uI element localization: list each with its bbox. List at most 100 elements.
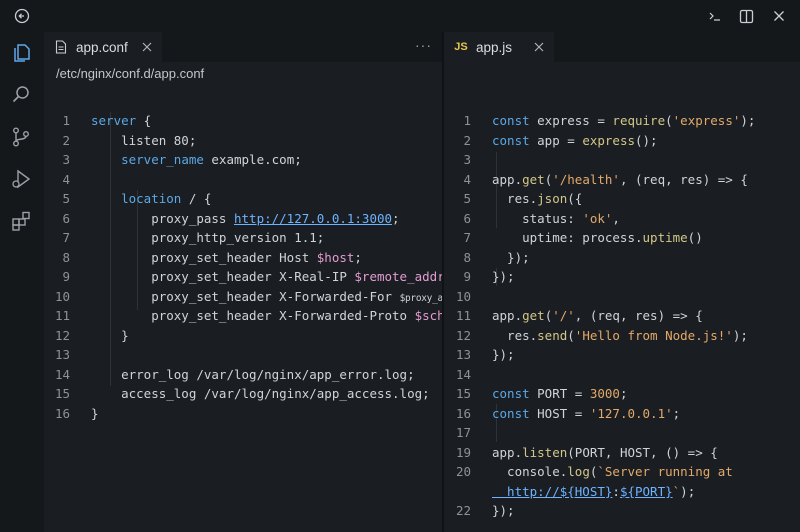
function-token: express [582,132,635,148]
code-token: proxy_set_header X-Real-IP [91,269,355,284]
code-token: ); [740,113,756,128]
line-text: status: 'ok', [492,209,620,229]
code-token: , (req, res) => { [574,308,703,323]
function-token: get [522,308,545,323]
code-token: express = [537,113,613,128]
code-line: 7 uptime: process.uptime() [444,228,800,248]
code-line: 5 location / { [44,189,442,209]
code-token: ({ [567,191,583,206]
code-token: { [136,113,152,128]
code-line: 19 app.listen(PORT, HOST, () => { [444,443,800,463]
code-token: } [91,405,99,421]
code-token: : [612,483,620,499]
line-text: }); [492,267,515,287]
string-token: '/' [552,308,575,323]
code-line: 12 } [44,326,442,346]
line-number: 12 [54,327,70,343]
line-number: 15 [455,386,471,401]
variable-token: $scheme [414,308,442,323]
code-token: ; [392,210,400,226]
line-number: 7 [463,230,471,245]
line-text: proxy_pass http://127.0.0.1:3000; [91,209,400,229]
line-text: const PORT = 3000; [492,384,627,404]
code-token: listen 80; [91,132,197,148]
line-number: 16 [54,405,70,421]
line-text: const express = require('express'); [492,111,755,131]
string-token: 'express' [672,113,741,128]
line-number: 13 [54,347,70,362]
code-token: ( [665,113,673,128]
keyword-token: server_name [121,152,204,167]
string-token: '/health' [552,171,620,187]
search-icon[interactable] [8,82,34,108]
code-token: ( [567,327,575,343]
code-token: proxy_pass [91,210,234,226]
variable-token: $proxy_add_x_forwarded_for; [399,292,442,304]
more-actions-icon[interactable]: ··· [415,37,432,53]
code-line: 15 const PORT = 3000; [444,384,800,404]
line-number: 9 [463,269,471,284]
close-icon[interactable] [768,6,790,26]
line-text: proxy_set_header X-Forwarded-Proto $sche… [91,306,442,326]
tab-app-js[interactable]: JS app.js [444,32,554,62]
code-line: 12 res.send('Hello from Node.js!'); [444,326,800,346]
right-tab-bar: JS app.js [444,32,800,62]
code-token: uptime: process. [492,230,643,245]
tab-app-conf[interactable]: app.conf [44,32,162,62]
code-token: access_log /var/log/nginx/app_access.log… [91,386,430,401]
tab-close-icon[interactable] [140,40,154,54]
left-editor-pane: app.conf ··· /etc/nginx/conf.d/app.conf … [44,32,442,532]
line-number: 11 [54,308,70,323]
code-line: 17 [444,423,800,443]
line-number: 22 [455,503,471,518]
run-debug-icon[interactable] [8,166,34,192]
tab-close-icon[interactable] [532,40,546,54]
line-text: app.get('/health', (req, res) => { [492,170,748,190]
code-line: 22}); [444,501,800,521]
left-tab-bar: app.conf ··· [44,32,442,62]
code-token: ; [672,405,681,421]
code-token: ); [732,327,748,343]
code-token: app = [537,132,583,148]
tab-label: app.js [476,39,513,55]
line-number: 10 [455,288,471,304]
code-token: }); [492,269,515,284]
code-token: , (req, res) => { [619,171,748,187]
line-text: proxy_http_version 1.1; [91,228,324,248]
explorer-icon[interactable] [8,40,34,66]
code-line: 9 proxy_set_header X-Real-IP $remote_add… [44,267,442,287]
line-text: error_log /var/log/nginx/app_error.log; [91,365,415,385]
back-icon[interactable] [11,6,33,26]
code-token: app. [492,171,523,187]
code-token: proxy_http_version 1.1; [91,230,325,245]
keyword-token: const [492,405,538,421]
code-token: , [612,210,620,226]
code-line: 11 app.get('/', (req, res) => { [444,306,800,326]
code-token: }); [492,503,515,518]
variable-token: $host [316,249,355,265]
source-control-icon[interactable] [8,124,34,150]
line-text: const HOST = '127.0.0.1'; [492,404,680,424]
line-number: 4 [62,171,70,187]
line-text: location / { [91,189,211,209]
code-token: () [687,230,703,245]
extensions-icon[interactable] [8,208,34,234]
code-line: 13 [44,345,442,365]
keyword-token: location [121,191,182,206]
code-line: 8 proxy_set_header Host $host; [44,248,442,268]
line-text: access_log /var/log/nginx/app_access.log… [91,384,430,404]
string-token: `Server running at [597,464,733,479]
split-layout-icon[interactable] [735,6,757,26]
code-line: 14 error_log /var/log/nginx/app_error.lo… [44,365,442,385]
line-number: 4 [463,171,471,187]
line-text: const app = express(); [492,131,658,151]
code-token: res. [492,191,538,206]
minimize-icon[interactable] [704,6,726,26]
line-number: 14 [455,366,471,382]
line-number: 9 [62,269,70,284]
code-token: console. [492,464,568,479]
javascript-file-icon: JS [454,41,468,53]
line-number: 13 [455,347,471,362]
